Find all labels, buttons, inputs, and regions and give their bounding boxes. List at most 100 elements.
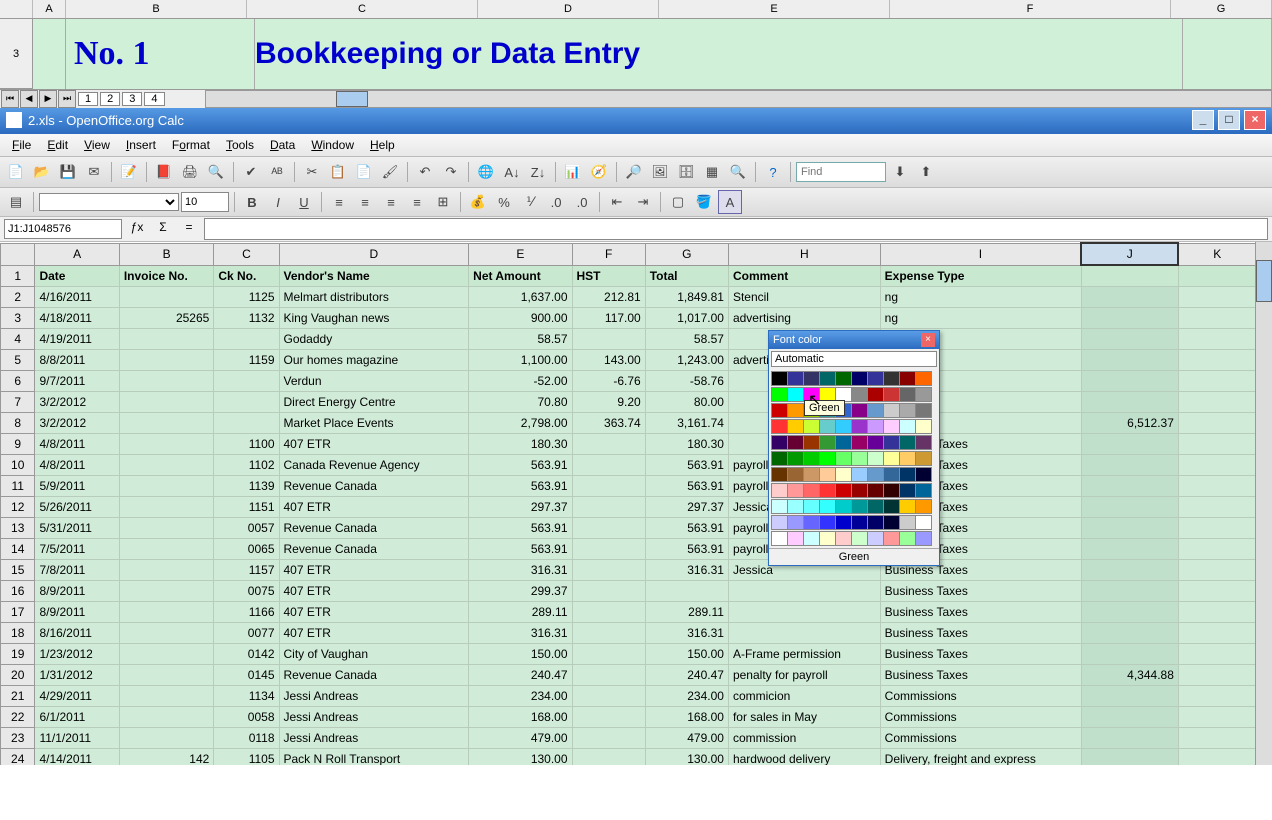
- cell[interactable]: [1081, 539, 1178, 560]
- col-header[interactable]: F: [890, 0, 1171, 18]
- cell[interactable]: [1178, 308, 1255, 329]
- header-cell[interactable]: Ck No.: [214, 265, 279, 287]
- color-swatch[interactable]: [883, 419, 900, 434]
- cell[interactable]: [214, 329, 279, 350]
- color-swatch[interactable]: [819, 467, 836, 482]
- color-swatch[interactable]: [867, 371, 884, 386]
- borders-icon[interactable]: ▢: [666, 190, 690, 214]
- datasource-icon[interactable]: 🗄: [674, 160, 698, 184]
- font-color-icon[interactable]: A: [718, 190, 742, 214]
- cell[interactable]: Business Taxes: [880, 623, 1081, 644]
- color-swatch[interactable]: [915, 371, 932, 386]
- cell[interactable]: 1,243.00: [645, 350, 728, 371]
- cell[interactable]: Business Taxes: [880, 602, 1081, 623]
- cell[interactable]: King Vaughan news: [279, 308, 469, 329]
- menu-format[interactable]: Format: [164, 136, 218, 154]
- cell[interactable]: Verdun: [279, 371, 469, 392]
- cell[interactable]: 0058: [214, 707, 279, 728]
- color-swatch[interactable]: [819, 515, 836, 530]
- cell[interactable]: [1081, 707, 1178, 728]
- col-header[interactable]: A: [33, 0, 66, 18]
- color-swatch[interactable]: [883, 531, 900, 546]
- cell[interactable]: 80.00: [645, 392, 728, 413]
- row-header[interactable]: 14: [1, 539, 35, 560]
- cell[interactable]: [119, 413, 213, 434]
- align-center-icon[interactable]: ≡: [353, 190, 377, 214]
- cell[interactable]: 234.00: [469, 686, 572, 707]
- color-swatch[interactable]: [803, 499, 820, 514]
- cell[interactable]: 316.31: [469, 623, 572, 644]
- row-header[interactable]: 9: [1, 434, 35, 455]
- cell[interactable]: [119, 665, 213, 686]
- row-header[interactable]: 7: [1, 392, 35, 413]
- cell[interactable]: Revenue Canada: [279, 665, 469, 686]
- menu-insert[interactable]: Insert: [118, 136, 164, 154]
- col-header-G[interactable]: G: [645, 243, 728, 265]
- color-swatch[interactable]: [883, 435, 900, 450]
- cell[interactable]: 58.57: [469, 329, 572, 350]
- color-swatch[interactable]: [867, 387, 884, 402]
- edit-doc-icon[interactable]: 📝: [117, 160, 141, 184]
- cell[interactable]: 479.00: [645, 728, 728, 749]
- horizontal-scrollbar[interactable]: [205, 90, 1272, 108]
- row-header[interactable]: 3: [1, 308, 35, 329]
- cell[interactable]: 150.00: [645, 644, 728, 665]
- cell[interactable]: [1178, 728, 1255, 749]
- color-swatch[interactable]: [867, 403, 884, 418]
- cell[interactable]: 168.00: [645, 707, 728, 728]
- cell[interactable]: 563.91: [469, 476, 572, 497]
- color-swatch[interactable]: [851, 371, 868, 386]
- color-swatch[interactable]: [787, 435, 804, 450]
- cell[interactable]: 563.91: [645, 476, 728, 497]
- select-all[interactable]: [1, 243, 35, 265]
- save-icon[interactable]: 💾: [56, 160, 80, 184]
- cell[interactable]: [1178, 707, 1255, 728]
- color-swatch[interactable]: [915, 451, 932, 466]
- cell[interactable]: 5/31/2011: [35, 518, 119, 539]
- cell[interactable]: 407 ETR: [279, 560, 469, 581]
- increase-indent-icon[interactable]: ⇥: [631, 190, 655, 214]
- color-swatch[interactable]: [835, 499, 852, 514]
- cell[interactable]: 8/9/2011: [35, 602, 119, 623]
- header-cell[interactable]: [1081, 265, 1178, 287]
- cell[interactable]: Revenue Canada: [279, 539, 469, 560]
- cell[interactable]: 0065: [214, 539, 279, 560]
- cell[interactable]: 407 ETR: [279, 623, 469, 644]
- styles-icon[interactable]: ▤: [4, 190, 28, 214]
- cell-reference-input[interactable]: [4, 219, 122, 239]
- menu-view[interactable]: View: [76, 136, 118, 154]
- cell[interactable]: 8/16/2011: [35, 623, 119, 644]
- align-left-icon[interactable]: ≡: [327, 190, 351, 214]
- formula-input[interactable]: [204, 218, 1268, 240]
- cell[interactable]: Melmart distributors: [279, 287, 469, 308]
- align-justify-icon[interactable]: ≡: [405, 190, 429, 214]
- cell[interactable]: 1,100.00: [469, 350, 572, 371]
- navigator-icon[interactable]: 🧭: [587, 160, 611, 184]
- bg-color-icon[interactable]: 🪣: [692, 190, 716, 214]
- cell[interactable]: [1081, 287, 1178, 308]
- cell[interactable]: [572, 602, 645, 623]
- sort-desc-icon[interactable]: Z↓: [526, 160, 550, 184]
- tab-nav-prev-icon[interactable]: ◀: [20, 90, 38, 108]
- color-swatch[interactable]: [899, 531, 916, 546]
- color-swatch[interactable]: [771, 371, 788, 386]
- cell[interactable]: commicion: [728, 686, 880, 707]
- color-swatch[interactable]: [819, 371, 836, 386]
- cell[interactable]: 563.91: [469, 518, 572, 539]
- row-header[interactable]: 21: [1, 686, 35, 707]
- color-swatch[interactable]: [899, 371, 916, 386]
- cell[interactable]: 407 ETR: [279, 434, 469, 455]
- cell[interactable]: City of Vaughan: [279, 644, 469, 665]
- cell[interactable]: [1178, 623, 1255, 644]
- color-swatch[interactable]: [851, 419, 868, 434]
- minimize-button[interactable]: _: [1192, 110, 1214, 130]
- cell[interactable]: 1102: [214, 455, 279, 476]
- cell[interactable]: [572, 560, 645, 581]
- sort-asc-icon[interactable]: A↓: [500, 160, 524, 184]
- cell[interactable]: [1178, 434, 1255, 455]
- align-right-icon[interactable]: ≡: [379, 190, 403, 214]
- cell[interactable]: 316.31: [645, 560, 728, 581]
- color-swatch[interactable]: [867, 435, 884, 450]
- maximize-button[interactable]: □: [1218, 110, 1240, 130]
- cell[interactable]: Market Place Events: [279, 413, 469, 434]
